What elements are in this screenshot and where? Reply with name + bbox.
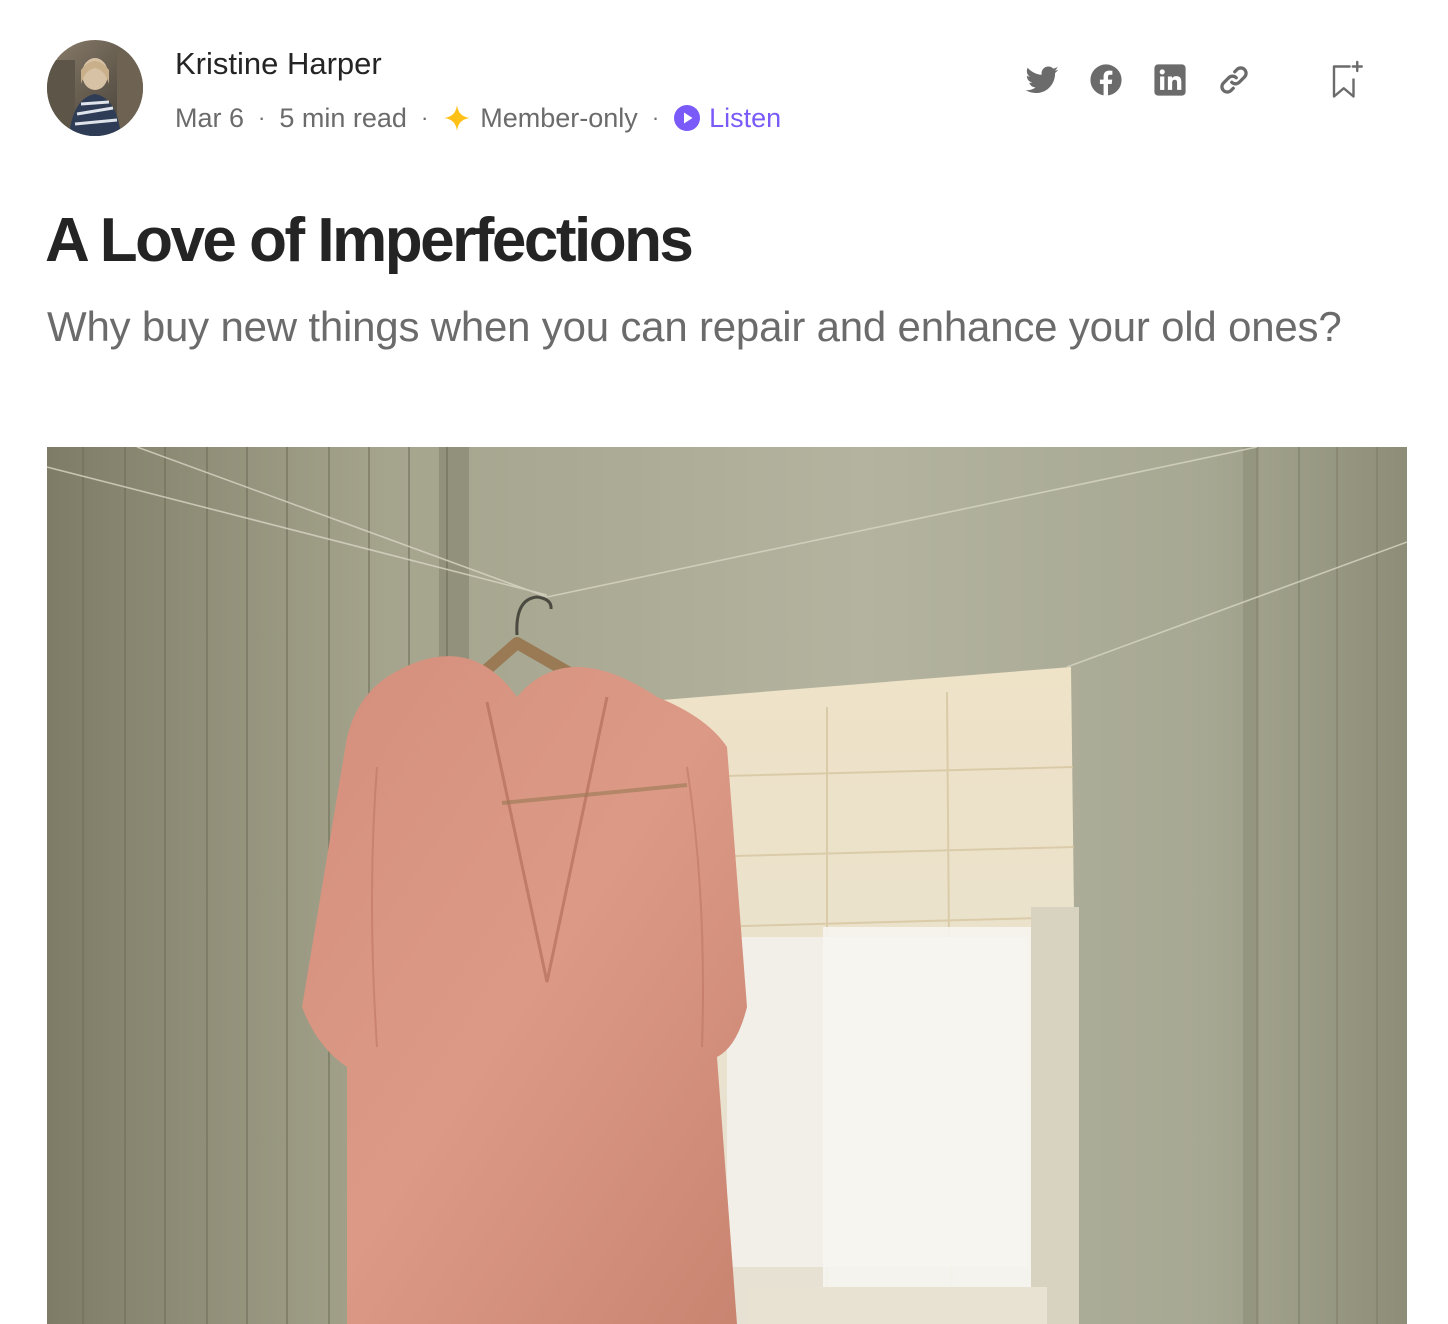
author-name[interactable]: Kristine Harper: [175, 46, 382, 82]
meta-separator: ·: [258, 105, 266, 130]
linkedin-icon[interactable]: [1151, 61, 1189, 99]
meta-separator: ·: [420, 105, 429, 130]
meta-separator: ·: [651, 105, 660, 130]
listen-button[interactable]: Listen: [673, 103, 781, 134]
play-icon: [673, 104, 701, 132]
hero-image: [47, 447, 1407, 1324]
publish-date: Mar 6: [175, 102, 245, 133]
copy-link-icon[interactable]: [1215, 61, 1253, 99]
facebook-icon[interactable]: [1087, 61, 1125, 99]
bookmark-icon[interactable]: [1327, 60, 1365, 99]
twitter-icon[interactable]: [1023, 61, 1061, 99]
article-meta: Mar 6 · 5 min read · Member-only · Liste…: [175, 98, 781, 138]
read-time: 5 min read: [279, 102, 407, 133]
share-actions: [997, 58, 1407, 102]
article-subtitle: Why buy new things when you can repair a…: [47, 303, 1342, 350]
article-title: A Love of Imperfections: [45, 206, 694, 275]
member-star-icon: [442, 103, 472, 133]
listen-label: Listen: [709, 102, 782, 133]
member-only-label: Member-only: [480, 102, 638, 133]
article-header: Kristine Harper Mar 6 · 5 min read · Mem…: [47, 40, 1407, 140]
author-avatar[interactable]: [47, 40, 143, 136]
